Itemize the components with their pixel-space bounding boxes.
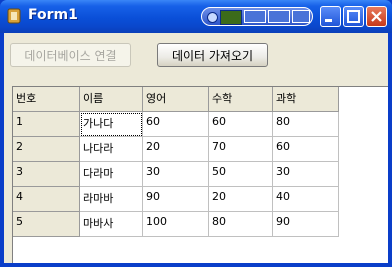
window-mode-icon[interactable]: [292, 10, 310, 23]
data-grid[interactable]: 번호 이름 영어 수학 과학 1 가나다 60 60 80 2 나다라 20 7…: [12, 86, 388, 263]
arrow-icon[interactable]: [268, 10, 290, 23]
grid-cell[interactable]: 40: [273, 187, 339, 212]
grid-cell[interactable]: 80: [273, 112, 339, 137]
grid-cell[interactable]: 30: [273, 162, 339, 187]
grid-cell[interactable]: 90: [143, 187, 209, 212]
minimize-icon: [325, 19, 332, 22]
pin-icon[interactable]: [244, 10, 266, 23]
title-toolbar: [201, 7, 313, 26]
grid-cell[interactable]: 마바사: [80, 212, 143, 237]
grid-cell[interactable]: 60: [273, 137, 339, 162]
nvidia-icon[interactable]: [220, 10, 242, 25]
grid-cell[interactable]: 20: [143, 137, 209, 162]
column-header[interactable]: 번호: [13, 87, 80, 112]
grid-cell[interactable]: 가나다: [80, 112, 143, 137]
title-bar[interactable]: Form1: [0, 0, 392, 33]
grid-cell[interactable]: 4: [13, 187, 80, 212]
grid-cell[interactable]: 1: [13, 112, 80, 137]
grid-cell[interactable]: 100: [143, 212, 209, 237]
grid-cell[interactable]: 5: [13, 212, 80, 237]
grid-cell[interactable]: 60: [209, 112, 273, 137]
db-connect-button[interactable]: 데이터베이스 연결: [10, 43, 131, 67]
grid-cell[interactable]: 60: [143, 112, 209, 137]
grid-cell[interactable]: 90: [273, 212, 339, 237]
fetch-data-button[interactable]: 데이터 가져오기: [157, 43, 268, 67]
grid-cell[interactable]: 다라마: [80, 162, 143, 187]
grid-cell[interactable]: 80: [209, 212, 273, 237]
app-icon: [7, 8, 21, 24]
column-header[interactable]: 영어: [143, 87, 209, 112]
grid-cell[interactable]: 50: [209, 162, 273, 187]
close-button[interactable]: [366, 6, 387, 27]
column-header[interactable]: 과학: [273, 87, 339, 112]
form-client-area: 데이터베이스 연결 데이터 가져오기 번호 이름 영어 수학 과학 1 가나다 …: [4, 33, 388, 263]
grid-cell[interactable]: 2: [13, 137, 80, 162]
window-title: Form1: [28, 7, 78, 23]
grid-cell[interactable]: 30: [143, 162, 209, 187]
app-window: Form1 데이터베이스 연결 데이터 가져오기 번호 이름 영어 수학 과학: [0, 0, 392, 267]
close-icon: [371, 11, 382, 22]
grid-cell[interactable]: 나다라: [80, 137, 143, 162]
toolbar-orb-icon[interactable]: [207, 12, 218, 23]
grid-cell[interactable]: 라마바: [80, 187, 143, 212]
column-header[interactable]: 수학: [209, 87, 273, 112]
grid-cell[interactable]: 3: [13, 162, 80, 187]
maximize-icon: [347, 10, 360, 23]
grid-cell[interactable]: 20: [209, 187, 273, 212]
maximize-button[interactable]: [343, 6, 364, 27]
grid-cell[interactable]: 70: [209, 137, 273, 162]
column-header[interactable]: 이름: [80, 87, 143, 112]
minimize-button[interactable]: [320, 6, 341, 27]
